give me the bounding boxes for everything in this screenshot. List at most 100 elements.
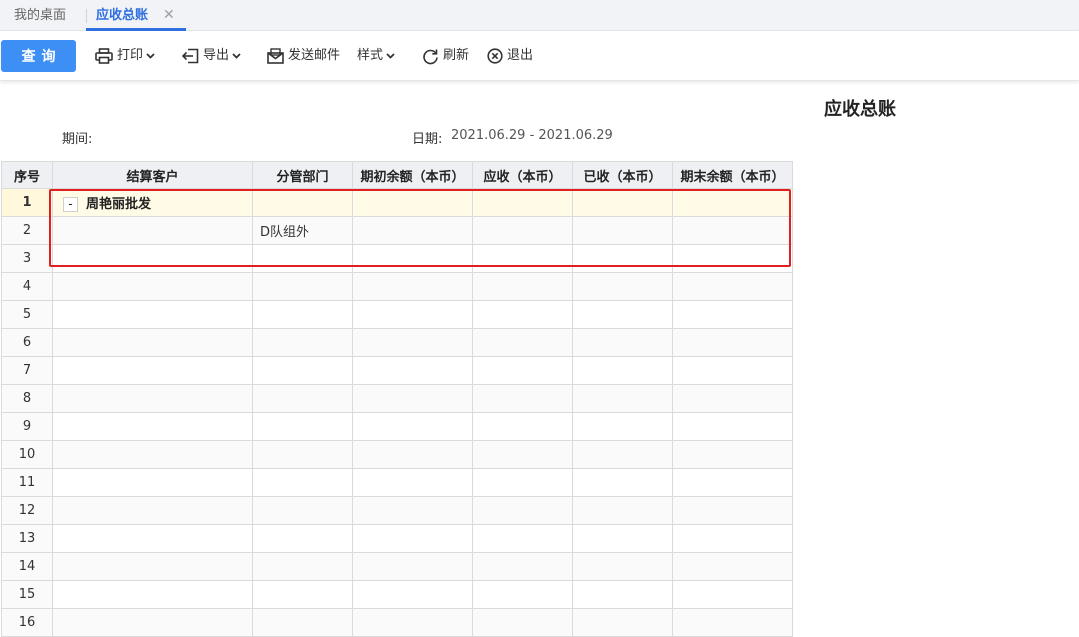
table-row[interactable]: 12 <box>1 496 793 525</box>
refresh-button[interactable]: 刷新 <box>422 40 469 72</box>
close-icon[interactable]: ✕ <box>163 0 175 31</box>
print-button[interactable]: 打印 <box>95 40 155 72</box>
col-header-closing-balance[interactable]: 期末余额（本币） <box>672 161 793 189</box>
received-cell[interactable] <box>572 440 673 469</box>
receivable-cell[interactable] <box>472 300 573 329</box>
opening-balance-cell[interactable] <box>352 216 473 245</box>
opening-balance-cell[interactable] <box>352 552 473 581</box>
customer-cell[interactable] <box>52 412 253 441</box>
customer-cell[interactable] <box>52 524 253 553</box>
closing-balance-cell[interactable] <box>672 244 793 273</box>
dept-cell[interactable] <box>252 608 353 637</box>
customer-cell[interactable] <box>52 440 253 469</box>
received-cell[interactable] <box>572 412 673 441</box>
closing-balance-cell[interactable] <box>672 412 793 441</box>
dept-cell[interactable] <box>252 188 353 217</box>
closing-balance-cell[interactable] <box>672 216 793 245</box>
table-row[interactable]: 9 <box>1 412 793 441</box>
opening-balance-cell[interactable] <box>352 580 473 609</box>
table-row[interactable]: 16 <box>1 608 793 637</box>
opening-balance-cell[interactable] <box>352 468 473 497</box>
table-row[interactable]: 11 <box>1 468 793 497</box>
receivable-cell[interactable] <box>472 272 573 301</box>
customer-cell[interactable]: - 周艳丽批发 <box>52 188 253 217</box>
customer-cell[interactable] <box>52 552 253 581</box>
table-row[interactable]: 8 <box>1 384 793 413</box>
table-row[interactable]: 5 <box>1 300 793 329</box>
receivable-cell[interactable] <box>472 468 573 497</box>
closing-balance-cell[interactable] <box>672 300 793 329</box>
dept-cell[interactable] <box>252 384 353 413</box>
tab-receivable-ledger[interactable]: 应收总账 <box>96 0 172 31</box>
opening-balance-cell[interactable] <box>352 356 473 385</box>
customer-cell[interactable] <box>52 384 253 413</box>
table-row[interactable]: 1 - 周艳丽批发 <box>1 188 793 217</box>
dept-cell[interactable] <box>252 412 353 441</box>
table-row[interactable]: 7 <box>1 356 793 385</box>
opening-balance-cell[interactable] <box>352 440 473 469</box>
receivable-cell[interactable] <box>472 356 573 385</box>
dept-cell[interactable] <box>252 496 353 525</box>
receivable-cell[interactable] <box>472 496 573 525</box>
receivable-cell[interactable] <box>472 524 573 553</box>
col-header-dept[interactable]: 分管部门 <box>252 161 353 189</box>
send-email-button[interactable]: 发送邮件 <box>267 40 340 72</box>
received-cell[interactable] <box>572 188 673 217</box>
closing-balance-cell[interactable] <box>672 188 793 217</box>
closing-balance-cell[interactable] <box>672 608 793 637</box>
closing-balance-cell[interactable] <box>672 384 793 413</box>
closing-balance-cell[interactable] <box>672 356 793 385</box>
dept-cell[interactable] <box>252 580 353 609</box>
col-header-receivable[interactable]: 应收（本币） <box>472 161 573 189</box>
col-header-opening-balance[interactable]: 期初余额（本币） <box>352 161 473 189</box>
closing-balance-cell[interactable] <box>672 272 793 301</box>
table-row[interactable]: 15 <box>1 580 793 609</box>
receivable-cell[interactable] <box>472 608 573 637</box>
received-cell[interactable] <box>572 272 673 301</box>
receivable-cell[interactable] <box>472 216 573 245</box>
dept-cell[interactable] <box>252 524 353 553</box>
receivable-cell[interactable] <box>472 384 573 413</box>
export-button[interactable]: 导出 <box>182 40 241 72</box>
opening-balance-cell[interactable] <box>352 384 473 413</box>
received-cell[interactable] <box>572 328 673 357</box>
opening-balance-cell[interactable] <box>352 524 473 553</box>
customer-cell[interactable] <box>52 272 253 301</box>
receivable-cell[interactable] <box>472 328 573 357</box>
dept-cell[interactable]: D队组外 <box>252 216 353 245</box>
opening-balance-cell[interactable] <box>352 496 473 525</box>
dept-cell[interactable] <box>252 468 353 497</box>
table-row[interactable]: 4 <box>1 272 793 301</box>
receivable-cell[interactable] <box>472 552 573 581</box>
dept-cell[interactable] <box>252 300 353 329</box>
tab-my-desktop[interactable]: 我的桌面 <box>14 0 66 31</box>
received-cell[interactable] <box>572 580 673 609</box>
table-row[interactable]: 13 <box>1 524 793 553</box>
table-row[interactable]: 6 <box>1 328 793 357</box>
collapse-toggle[interactable]: - <box>63 197 78 212</box>
opening-balance-cell[interactable] <box>352 608 473 637</box>
dept-cell[interactable] <box>252 272 353 301</box>
receivable-cell[interactable] <box>472 244 573 273</box>
dept-cell[interactable] <box>252 552 353 581</box>
table-row[interactable]: 14 <box>1 552 793 581</box>
customer-cell[interactable] <box>52 244 253 273</box>
closing-balance-cell[interactable] <box>672 552 793 581</box>
table-row[interactable]: 10 <box>1 440 793 469</box>
customer-cell[interactable] <box>52 468 253 497</box>
opening-balance-cell[interactable] <box>352 328 473 357</box>
customer-cell[interactable] <box>52 216 253 245</box>
dept-cell[interactable] <box>252 244 353 273</box>
customer-cell[interactable] <box>52 496 253 525</box>
table-row[interactable]: 3 <box>1 244 793 273</box>
dept-cell[interactable] <box>252 356 353 385</box>
col-header-customer[interactable]: 结算客户 <box>52 161 253 189</box>
received-cell[interactable] <box>572 468 673 497</box>
closing-balance-cell[interactable] <box>672 328 793 357</box>
customer-cell[interactable] <box>52 608 253 637</box>
customer-cell[interactable] <box>52 300 253 329</box>
opening-balance-cell[interactable] <box>352 244 473 273</box>
closing-balance-cell[interactable] <box>672 524 793 553</box>
received-cell[interactable] <box>572 216 673 245</box>
dept-cell[interactable] <box>252 440 353 469</box>
